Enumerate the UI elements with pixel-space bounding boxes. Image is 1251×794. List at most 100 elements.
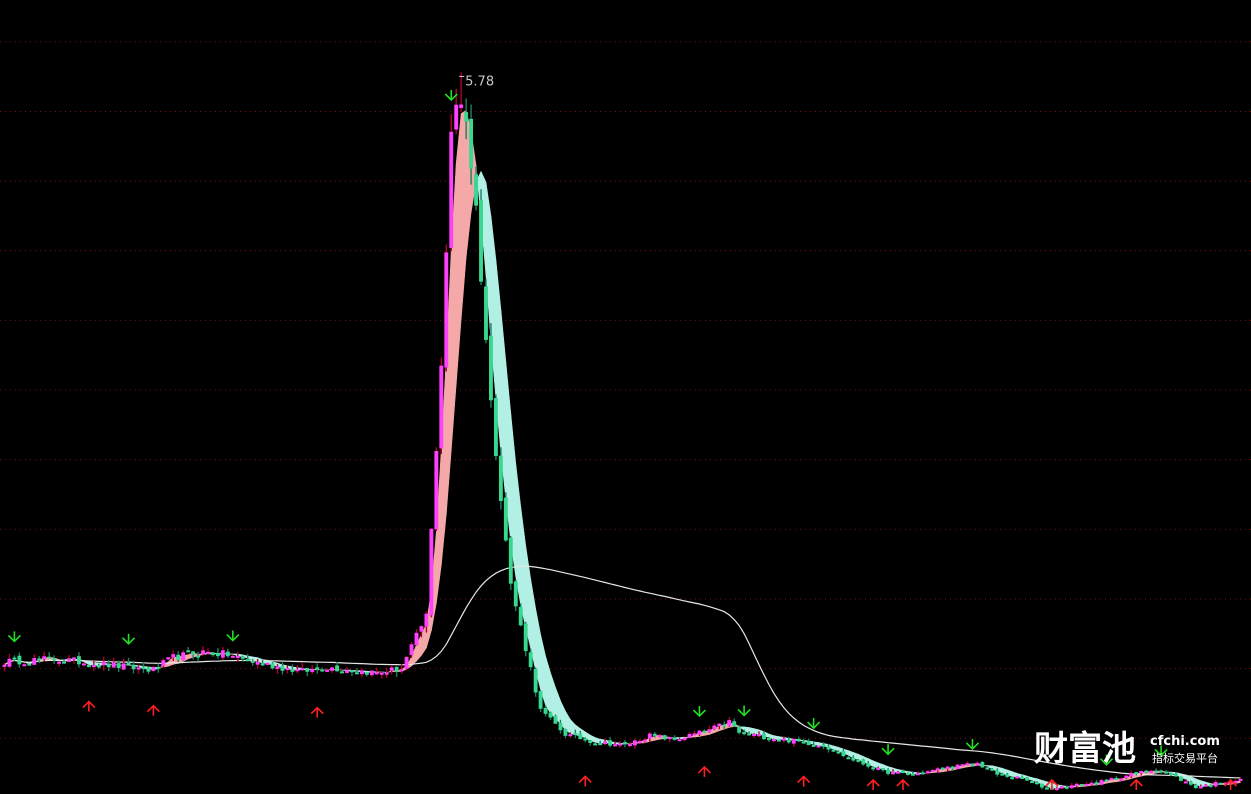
candle-body [1040, 783, 1044, 788]
candle-body [1084, 784, 1089, 787]
sell-signal-arrow [692, 706, 707, 718]
candle [682, 737, 687, 742]
candle-body [369, 670, 374, 676]
candle-body [891, 771, 895, 775]
candle-body [116, 663, 121, 669]
candle-body [697, 730, 702, 735]
candle-body [1089, 782, 1094, 785]
candle-body [687, 733, 692, 738]
candle-body [96, 665, 101, 668]
candle [449, 113, 454, 252]
candle [1154, 768, 1159, 773]
candle [479, 189, 483, 285]
candle [692, 730, 697, 736]
candle-body [424, 613, 429, 627]
candle-body [439, 365, 444, 449]
candle-body [493, 398, 498, 457]
candle-body [1005, 774, 1010, 777]
ribbon-segment [848, 750, 854, 759]
candle [32, 654, 37, 665]
candle [434, 447, 439, 532]
candle-body [62, 661, 66, 664]
candle [975, 761, 980, 766]
candle [632, 738, 637, 749]
candle [816, 745, 821, 748]
candle [220, 647, 225, 661]
candle-body [364, 672, 369, 675]
candle-body [642, 739, 647, 742]
candle-body [712, 725, 717, 730]
candle-body [260, 663, 265, 666]
candle-body [1144, 770, 1149, 773]
candle-body [637, 741, 642, 744]
candle [712, 723, 717, 730]
candle [1104, 778, 1109, 782]
candle [404, 656, 409, 671]
sell-signal-arrow [122, 633, 136, 645]
candle-body [553, 715, 558, 724]
candle [206, 648, 210, 655]
candle [563, 728, 568, 739]
candle-body [121, 663, 126, 670]
candle-body [196, 655, 201, 658]
candle [364, 672, 369, 677]
candle-body [141, 667, 146, 670]
candle-body [22, 664, 27, 667]
ribbon-segment [232, 653, 239, 657]
candle [881, 768, 886, 772]
ribbon-segment [773, 735, 780, 740]
candle-body [573, 732, 578, 735]
candles [2, 72, 1243, 792]
candle-body [1193, 785, 1198, 789]
candle [1164, 770, 1168, 774]
candle-body [876, 767, 881, 770]
buy-signal-arrow [82, 700, 96, 712]
candle [7, 653, 12, 669]
candle-body [1059, 786, 1064, 789]
candle-body [325, 669, 330, 672]
candle-body [151, 667, 156, 671]
candle-body [265, 662, 270, 665]
ribbon-segment [748, 727, 755, 734]
ribbon-segment [1011, 771, 1018, 778]
candle-body [523, 623, 528, 652]
candle-body [742, 732, 747, 735]
candle-body [801, 741, 806, 744]
candle [707, 725, 712, 733]
candle-body [503, 497, 508, 541]
candle-body [717, 723, 722, 727]
chart-area: 5.78 财富池 cfchi.com 指标交易平台 [0, 0, 1251, 794]
candle-body [57, 661, 62, 664]
candle [687, 732, 692, 739]
candle-body [647, 733, 652, 739]
candle [484, 278, 488, 344]
candle-body [811, 744, 816, 747]
candle-body [498, 455, 503, 501]
candle [186, 647, 191, 653]
candle [1025, 776, 1030, 782]
candle-body [176, 654, 181, 661]
grid-lines [0, 41, 1251, 739]
candle-body [871, 767, 876, 770]
candle-body [374, 672, 379, 675]
candle-body [955, 764, 960, 770]
ribbon-segment [753, 728, 760, 735]
candle-body [831, 749, 836, 752]
candle-body [1119, 778, 1124, 781]
candle-body [1208, 784, 1213, 787]
ribbon-segment [872, 760, 879, 769]
sell-signal-arrow [444, 89, 458, 102]
candle-body [414, 632, 419, 646]
candle-body [771, 739, 776, 742]
candle [1079, 783, 1084, 787]
candle-body [340, 671, 344, 674]
candle-body [752, 734, 756, 737]
buy-signal-arrow [896, 778, 910, 790]
candle [350, 669, 354, 676]
candle-body [990, 768, 995, 771]
candle-body [796, 738, 801, 742]
candle-body [980, 761, 985, 768]
candle [608, 737, 613, 748]
candle [1109, 777, 1114, 781]
candle-body [305, 668, 310, 672]
